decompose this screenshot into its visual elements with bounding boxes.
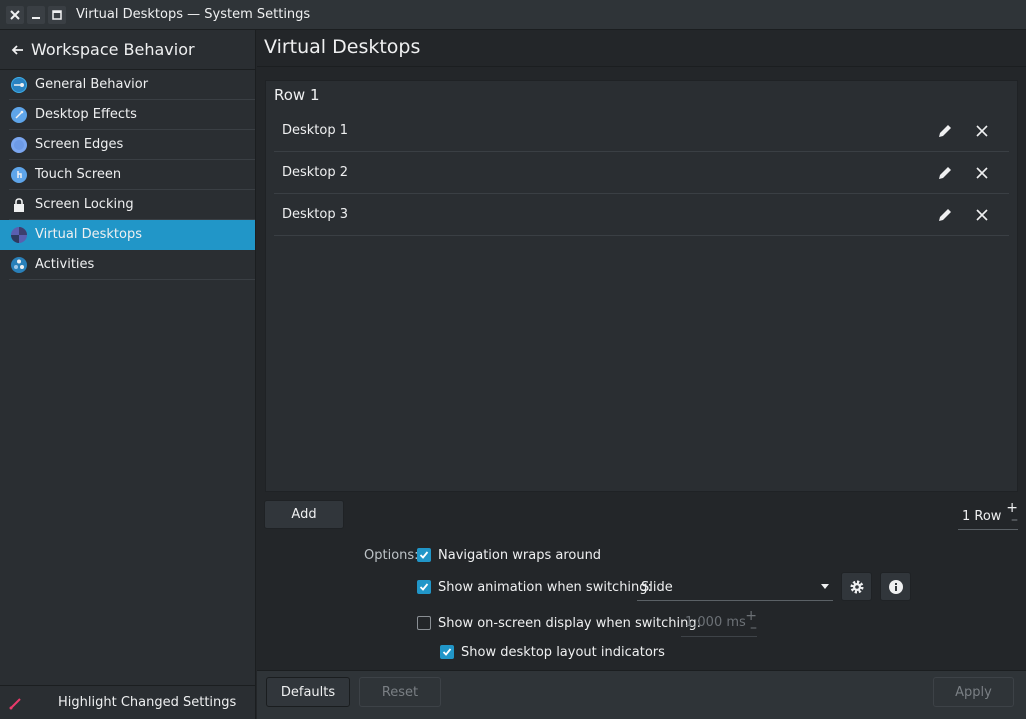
layout-indicators-checkbox[interactable] xyxy=(440,645,454,659)
remove-icon[interactable] xyxy=(972,205,992,225)
apply-button[interactable]: Apply xyxy=(933,677,1014,707)
minimize-window-button[interactable] xyxy=(27,5,45,24)
nav-wraps-label: Navigation wraps around xyxy=(438,548,602,563)
osd-duration-value: 1,000 ms xyxy=(685,615,746,630)
sidebar-item-label: Activities xyxy=(35,257,95,272)
remove-icon[interactable] xyxy=(972,163,992,183)
osd-duration-spinbox[interactable]: 1,000 ms + – xyxy=(681,608,757,637)
sidebar-item-desktop-effects[interactable]: Desktop Effects xyxy=(9,100,255,130)
options-label: Options: xyxy=(364,548,419,563)
show-animation-checkbox[interactable] xyxy=(417,580,431,594)
sidebar-item-label: Screen Edges xyxy=(35,137,124,152)
nav-wraps-checkbox[interactable] xyxy=(417,548,431,562)
edit-icon[interactable] xyxy=(935,205,955,225)
show-osd-label: Show on-screen display when switching: xyxy=(438,616,701,631)
checkmark-icon xyxy=(419,551,429,559)
sidebar-back-header[interactable]: Workspace Behavior xyxy=(0,30,255,70)
page-title: Virtual Desktops xyxy=(264,36,421,58)
close-icon xyxy=(10,9,20,20)
desktop-list-item[interactable]: Desktop 1 xyxy=(274,110,1009,152)
add-desktop-button[interactable]: Add xyxy=(264,500,344,529)
rows-value: 1 Row xyxy=(962,509,1002,524)
desktop-effects-icon xyxy=(9,105,29,125)
sidebar-item-label: Desktop Effects xyxy=(35,107,137,122)
sidebar-item-label: General Behavior xyxy=(35,77,149,92)
touch-screen-icon xyxy=(9,165,29,185)
main-content: Virtual Desktops Row 1 Desktop 1 Desktop… xyxy=(257,30,1026,719)
window-title: Virtual Desktops — System Settings xyxy=(76,7,311,22)
gear-icon xyxy=(850,580,863,593)
sidebar-item-label: Touch Screen xyxy=(35,167,122,182)
rows-spinbox[interactable]: 1 Row + – xyxy=(958,500,1018,530)
remove-icon[interactable] xyxy=(972,121,992,141)
maximize-window-button[interactable] xyxy=(48,5,66,24)
activities-icon xyxy=(9,255,29,275)
decrement-icon[interactable]: – xyxy=(750,620,757,636)
desktop-name: Desktop 2 xyxy=(282,165,349,180)
highlight-changed-settings-label: Highlight Changed Settings xyxy=(58,695,237,710)
animation-type-select[interactable]: Slide xyxy=(637,574,833,601)
screen-edges-icon xyxy=(9,135,29,155)
edit-icon[interactable] xyxy=(935,121,955,141)
desktop-name: Desktop 3 xyxy=(282,207,349,222)
sidebar-list: General Behavior Desktop Effects Screen … xyxy=(0,70,255,280)
reset-button[interactable]: Reset xyxy=(359,677,441,707)
sidebar: Workspace Behavior General Behavior Desk… xyxy=(0,30,256,719)
desktop-name: Desktop 1 xyxy=(282,123,349,138)
info-icon xyxy=(888,579,903,594)
defaults-button[interactable]: Defaults xyxy=(266,677,350,707)
maximize-icon xyxy=(52,9,62,20)
layout-indicators-label: Show desktop layout indicators xyxy=(461,645,665,660)
decrement-icon[interactable]: – xyxy=(1011,512,1018,528)
sidebar-item-activities[interactable]: Activities xyxy=(9,250,255,280)
minimize-icon xyxy=(32,16,40,19)
lock-icon xyxy=(9,195,29,215)
checkmark-icon xyxy=(419,583,429,591)
desktops-list-panel: Row 1 Desktop 1 Desktop 2 Desktop 3 xyxy=(265,80,1018,492)
sidebar-item-screen-locking[interactable]: Screen Locking xyxy=(9,190,255,220)
sidebar-item-label: Screen Locking xyxy=(35,197,134,212)
sidebar-item-touch-screen[interactable]: Touch Screen xyxy=(9,160,255,190)
animation-settings-button[interactable] xyxy=(841,572,872,601)
sidebar-item-label: Virtual Desktops xyxy=(35,227,142,242)
sidebar-item-virtual-desktops[interactable]: Virtual Desktops xyxy=(0,220,255,250)
checkmark-icon xyxy=(442,648,452,656)
edit-icon[interactable] xyxy=(935,163,955,183)
animation-info-button[interactable] xyxy=(880,572,911,601)
virtual-desktops-icon xyxy=(9,225,29,245)
title-divider xyxy=(257,66,1026,67)
general-behavior-icon xyxy=(9,75,29,95)
row-heading: Row 1 xyxy=(274,86,320,104)
animation-type-value: Slide xyxy=(641,580,673,595)
desktop-list-item[interactable]: Desktop 3 xyxy=(274,194,1009,236)
highlight-brush-icon xyxy=(8,695,24,711)
show-osd-checkbox[interactable] xyxy=(417,616,431,630)
window-titlebar: Virtual Desktops — System Settings xyxy=(0,0,1026,30)
sidebar-item-screen-edges[interactable]: Screen Edges xyxy=(9,130,255,160)
desktop-list-item[interactable]: Desktop 2 xyxy=(274,152,1009,194)
chevron-down-icon xyxy=(821,584,829,589)
dialog-button-bar: Defaults Reset Apply xyxy=(257,670,1026,719)
back-arrow-icon[interactable] xyxy=(10,42,26,58)
close-window-button[interactable] xyxy=(6,5,24,24)
sidebar-item-general-behavior[interactable]: General Behavior xyxy=(9,70,255,100)
sidebar-category-title: Workspace Behavior xyxy=(31,40,195,59)
highlight-changed-settings-toggle[interactable]: Highlight Changed Settings xyxy=(0,685,256,719)
show-animation-label: Show animation when switching: xyxy=(438,580,652,595)
